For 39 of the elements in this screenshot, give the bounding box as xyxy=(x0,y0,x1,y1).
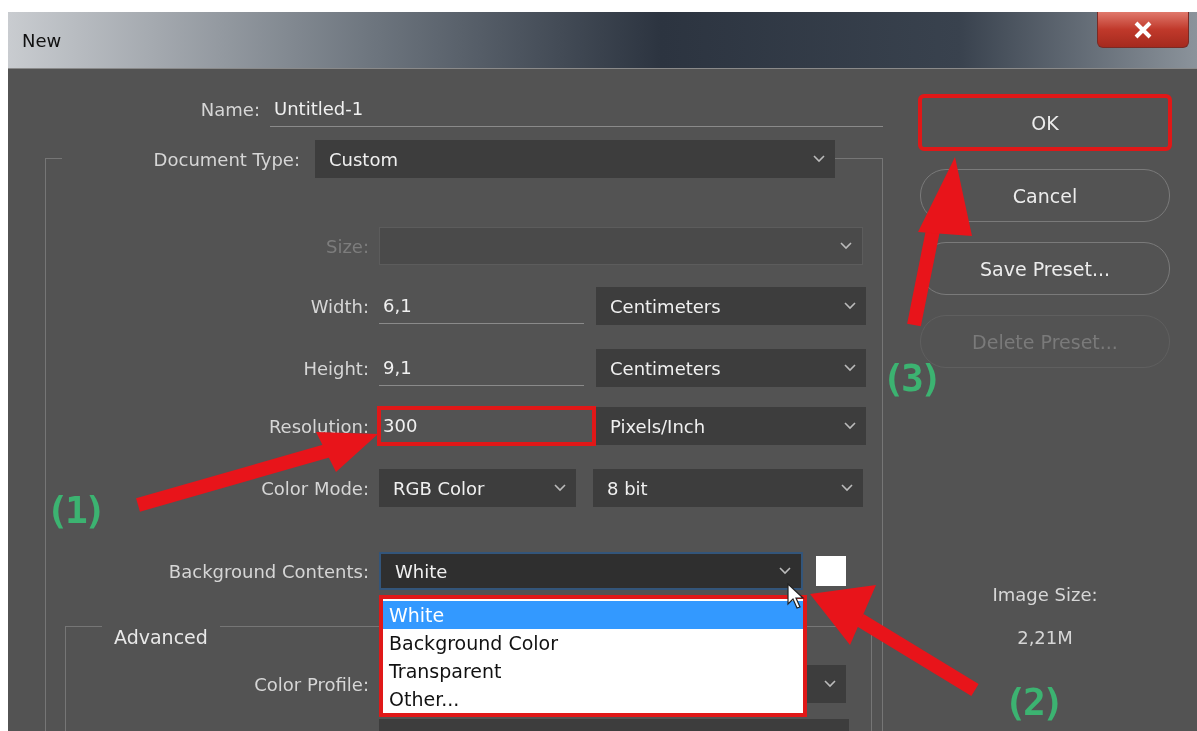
chevron-icon xyxy=(844,364,856,372)
unit-dropdown[interactable]: Pixels/Inch xyxy=(596,407,866,445)
image-size-value: 2,21M xyxy=(1017,627,1073,648)
close-icon xyxy=(1132,20,1154,39)
depth-dropdown[interactable]: 8 bit xyxy=(593,469,863,507)
field-label: Name: xyxy=(199,98,260,120)
input-field[interactable]: 6,1 xyxy=(379,288,584,324)
unit-dropdown[interactable]: Centimeters xyxy=(596,349,866,387)
mode-dropdown[interactable]: RGB Color xyxy=(379,469,576,507)
chevron-icon xyxy=(844,302,856,310)
chevron-icon xyxy=(840,242,852,250)
field-label: Resolution: xyxy=(267,415,369,437)
chevron-icon xyxy=(841,484,853,492)
document-type-dropdown[interactable]: Custom xyxy=(315,140,835,178)
field-label: Color Profile: xyxy=(253,673,369,695)
step-label: (2) xyxy=(1004,680,1061,724)
chevron-icon xyxy=(813,155,825,163)
unit-dropdown[interactable]: Centimeters xyxy=(596,287,866,325)
field-label: Height: xyxy=(302,357,369,379)
color-swatch[interactable] xyxy=(816,556,846,586)
chevron-icon xyxy=(779,567,791,575)
background-dropdown[interactable]: White xyxy=(379,552,803,590)
field-label: Width: xyxy=(309,295,369,317)
field-label: Color Mode: xyxy=(260,477,369,499)
window-title: New xyxy=(22,29,62,51)
input-field[interactable]: 9,1 xyxy=(379,350,584,386)
name-field[interactable]: Untitled-1 xyxy=(270,91,883,127)
dropdown-option[interactable]: Background Color xyxy=(383,629,803,657)
dropdown-option[interactable]: Transparent xyxy=(383,657,803,685)
dialog-button[interactable]: OK xyxy=(920,96,1170,149)
image-size-label: Image Size: xyxy=(992,584,1098,605)
chevron-icon xyxy=(844,422,856,430)
chevron-icon xyxy=(554,484,566,492)
field-label: Background Contents: xyxy=(167,560,369,582)
dropdown-option[interactable]: Other... xyxy=(383,685,803,713)
step-label: (1) xyxy=(46,488,103,532)
input-field[interactable]: 300 xyxy=(379,408,594,444)
close-button[interactable] xyxy=(1097,12,1189,48)
chevron-icon xyxy=(824,680,836,688)
